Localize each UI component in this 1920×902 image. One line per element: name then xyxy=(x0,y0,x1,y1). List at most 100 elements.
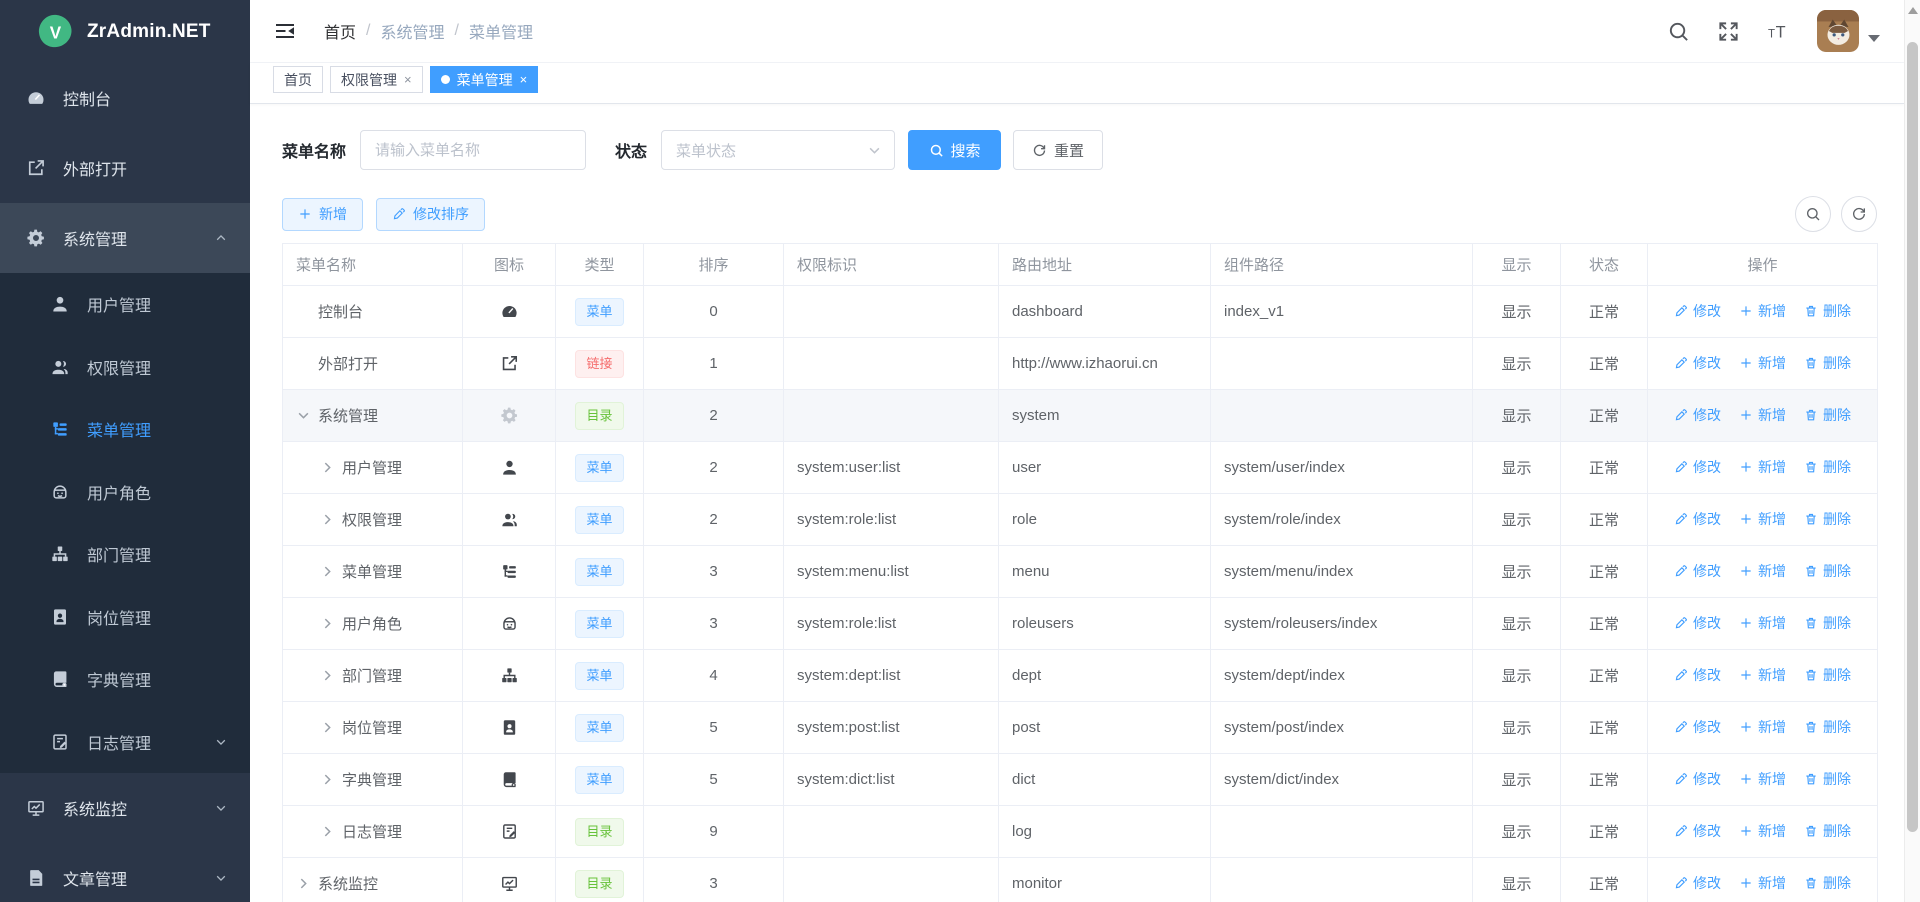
row-plus-link[interactable]: 新增 xyxy=(1739,769,1786,789)
menu-icon-cell xyxy=(463,598,556,650)
actions-cell: 修改新增删除 xyxy=(1648,546,1878,598)
row-plus-link[interactable]: 新增 xyxy=(1739,873,1786,893)
menu-name-input[interactable] xyxy=(360,130,586,170)
row-trash-link[interactable]: 删除 xyxy=(1804,769,1851,789)
sidebar-item-user[interactable]: 用户管理 xyxy=(0,273,250,336)
row-edit-link[interactable]: 修改 xyxy=(1674,301,1721,321)
row-edit-link[interactable]: 修改 xyxy=(1674,405,1721,425)
row-trash-link[interactable]: 删除 xyxy=(1804,613,1851,633)
logo[interactable]: V ZrAdmin.NET xyxy=(0,0,250,63)
row-edit-link[interactable]: 修改 xyxy=(1674,769,1721,789)
tree-caret-right-icon[interactable] xyxy=(320,616,335,631)
menu-type-cell: 菜单 xyxy=(556,494,644,546)
tree-caret-right-icon[interactable] xyxy=(320,512,335,527)
sidebar-item-post[interactable]: 岗位管理 xyxy=(0,586,250,649)
tab-close-icon[interactable]: × xyxy=(404,73,412,86)
row-edit-link[interactable]: 修改 xyxy=(1674,509,1721,529)
sidebar-item-role[interactable]: 权限管理 xyxy=(0,336,250,399)
row-plus-link[interactable]: 新增 xyxy=(1739,561,1786,581)
tree-caret-right-icon[interactable] xyxy=(320,460,335,475)
row-plus-link[interactable]: 新增 xyxy=(1739,353,1786,373)
row-edit-link[interactable]: 修改 xyxy=(1674,873,1721,893)
sidebar-item-menu[interactable]: 菜单管理 xyxy=(0,398,250,461)
status-select[interactable]: 菜单状态 xyxy=(661,130,895,170)
avatar[interactable] xyxy=(1817,10,1859,52)
row-plus-link[interactable]: 新增 xyxy=(1739,301,1786,321)
row-plus-link[interactable]: 新增 xyxy=(1739,665,1786,685)
row-plus-link[interactable]: 新增 xyxy=(1739,613,1786,633)
sidebar-item-system[interactable]: 系统管理 xyxy=(0,203,250,273)
row-trash-link[interactable]: 删除 xyxy=(1804,873,1851,893)
breadcrumb-item[interactable]: 首页 xyxy=(324,19,356,43)
tree-caret-right-icon[interactable] xyxy=(320,772,335,787)
sidebar-item-article[interactable]: 文章管理 xyxy=(0,843,250,902)
row-edit-link[interactable]: 修改 xyxy=(1674,353,1721,373)
row-plus-link[interactable]: 新增 xyxy=(1739,457,1786,477)
row-trash-link[interactable]: 删除 xyxy=(1804,301,1851,321)
sidebar-item-roleusers[interactable]: 用户角色 xyxy=(0,461,250,524)
svg-text:T: T xyxy=(1768,28,1775,40)
toggle-search-button[interactable] xyxy=(1795,196,1831,232)
refresh-button[interactable] xyxy=(1841,196,1877,232)
row-trash-link[interactable]: 删除 xyxy=(1804,717,1851,737)
tab-首页[interactable]: 首页 xyxy=(273,66,323,93)
app-root: V ZrAdmin.NET 控制台外部打开系统管理用户管理权限管理菜单管理用户角… xyxy=(0,0,1920,902)
menu-type-cell: 菜单 xyxy=(556,754,644,806)
menu-name: 日志管理 xyxy=(342,821,402,842)
sort-edit-button[interactable]: 修改排序 xyxy=(376,198,485,231)
row-trash-link[interactable]: 删除 xyxy=(1804,509,1851,529)
row-edit-link[interactable]: 修改 xyxy=(1674,457,1721,477)
menu-name-cell: 字典管理 xyxy=(283,769,462,790)
tree-caret-right-icon[interactable] xyxy=(320,824,335,839)
row-trash-link[interactable]: 删除 xyxy=(1804,353,1851,373)
row-plus-link[interactable]: 新增 xyxy=(1739,509,1786,529)
row-edit-link[interactable]: 修改 xyxy=(1674,665,1721,685)
tab-close-icon[interactable]: × xyxy=(520,73,528,86)
tree-caret-down-icon[interactable] xyxy=(296,408,311,423)
tab-菜单管理[interactable]: 菜单管理× xyxy=(430,66,539,93)
row-trash-link[interactable]: 删除 xyxy=(1804,457,1851,477)
header-search-icon[interactable] xyxy=(1667,20,1690,43)
tree-caret-right-icon[interactable] xyxy=(320,668,335,683)
row-edit-link[interactable]: 修改 xyxy=(1674,717,1721,737)
sidebar-item-dict[interactable]: 字典管理 xyxy=(0,648,250,711)
font-size-icon[interactable]: TT xyxy=(1767,20,1790,43)
menu-name: 部门管理 xyxy=(342,665,402,686)
fullscreen-icon[interactable] xyxy=(1717,20,1740,43)
search-button[interactable]: 搜索 xyxy=(908,130,1001,170)
tree-caret-right-icon[interactable] xyxy=(296,876,311,891)
tab-权限管理[interactable]: 权限管理× xyxy=(330,66,423,93)
page-scrollbar[interactable] xyxy=(1904,0,1920,902)
user-menu[interactable] xyxy=(1817,10,1880,52)
add-button[interactable]: 新增 xyxy=(282,198,363,231)
row-plus-link[interactable]: 新增 xyxy=(1739,717,1786,737)
monitor-icon xyxy=(500,874,519,893)
tree-caret-right-icon[interactable] xyxy=(320,564,335,579)
row-edit-link[interactable]: 修改 xyxy=(1674,821,1721,841)
row-plus-link[interactable]: 新增 xyxy=(1739,821,1786,841)
row-trash-link[interactable]: 删除 xyxy=(1804,665,1851,685)
badge-icon xyxy=(50,607,70,627)
sidebar-item-dept[interactable]: 部门管理 xyxy=(0,523,250,586)
sidebar-fold-icon[interactable] xyxy=(273,19,297,43)
row-trash-link[interactable]: 删除 xyxy=(1804,821,1851,841)
column-header: 组件路径 xyxy=(1211,244,1473,286)
row-edit-link[interactable]: 修改 xyxy=(1674,561,1721,581)
row-trash-link[interactable]: 删除 xyxy=(1804,405,1851,425)
tree-caret-right-icon[interactable] xyxy=(320,720,335,735)
reset-button[interactable]: 重置 xyxy=(1013,130,1103,170)
row-edit-link[interactable]: 修改 xyxy=(1674,613,1721,633)
scroll-up-icon[interactable] xyxy=(1908,7,1918,14)
sidebar-item-dashboard[interactable]: 控制台 xyxy=(0,63,250,133)
status-cell: 正常 xyxy=(1561,442,1648,494)
row-plus-link[interactable]: 新增 xyxy=(1739,405,1786,425)
scrollbar-thumb[interactable] xyxy=(1907,42,1918,832)
sidebar-item-monitor[interactable]: 系统监控 xyxy=(0,773,250,843)
menu-name: 用户角色 xyxy=(342,613,402,634)
row-trash-link[interactable]: 删除 xyxy=(1804,561,1851,581)
sort-cell: 5 xyxy=(644,702,784,754)
sidebar-item-log[interactable]: 日志管理 xyxy=(0,711,250,774)
sidebar-item-external[interactable]: 外部打开 xyxy=(0,133,250,203)
menu-name-cell: 外部打开 xyxy=(283,353,462,374)
breadcrumb-item: 菜单管理 xyxy=(469,19,533,43)
